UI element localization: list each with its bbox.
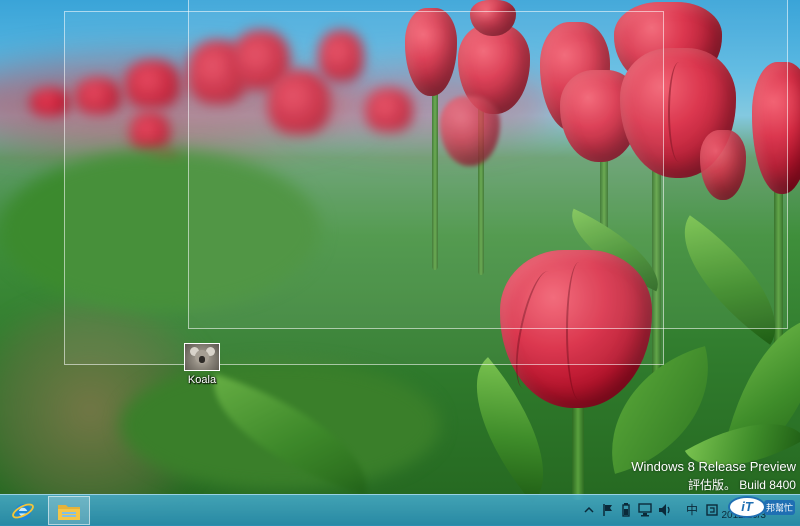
power-icon [622,503,630,517]
action-center-button[interactable] [602,503,614,517]
desktop-icon-label: Koala [187,374,217,386]
up-arrow-icon [584,506,594,513]
input-method-button[interactable] [706,503,718,517]
taskbar-internet-explorer[interactable] [2,496,44,525]
network-button[interactable] [638,503,652,517]
network-icon [638,503,652,517]
ime-indicator[interactable]: 中 [686,503,698,517]
flag-icon [603,504,612,516]
watermark-edition: Windows 8 Release Preview [631,459,796,474]
selection-rectangle [188,0,788,329]
taskbar: 中 2012/10/3 [0,494,800,526]
koala-nose [199,356,205,363]
koala-image-icon [184,343,220,371]
build-watermark: Windows 8 Release Preview 評估版。 Build 840… [631,459,796,493]
stem [572,400,584,500]
volume-icon [659,504,670,516]
taskbar-file-explorer[interactable] [48,496,90,525]
folder-icon [58,504,80,520]
keyboard-icon [706,504,718,516]
desktop-icon-koala[interactable]: Koala [178,340,226,388]
show-hidden-icons-button[interactable] [584,503,594,517]
site-logo: iT 邦幫忙 [726,494,796,522]
logo-tag: 邦幫忙 [764,500,796,515]
watermark-build: 評估版。 Build 8400 [687,478,796,492]
volume-button[interactable] [658,503,672,517]
power-button[interactable] [620,503,632,517]
logo-text: iT [728,496,766,518]
ie-icon [12,503,34,520]
